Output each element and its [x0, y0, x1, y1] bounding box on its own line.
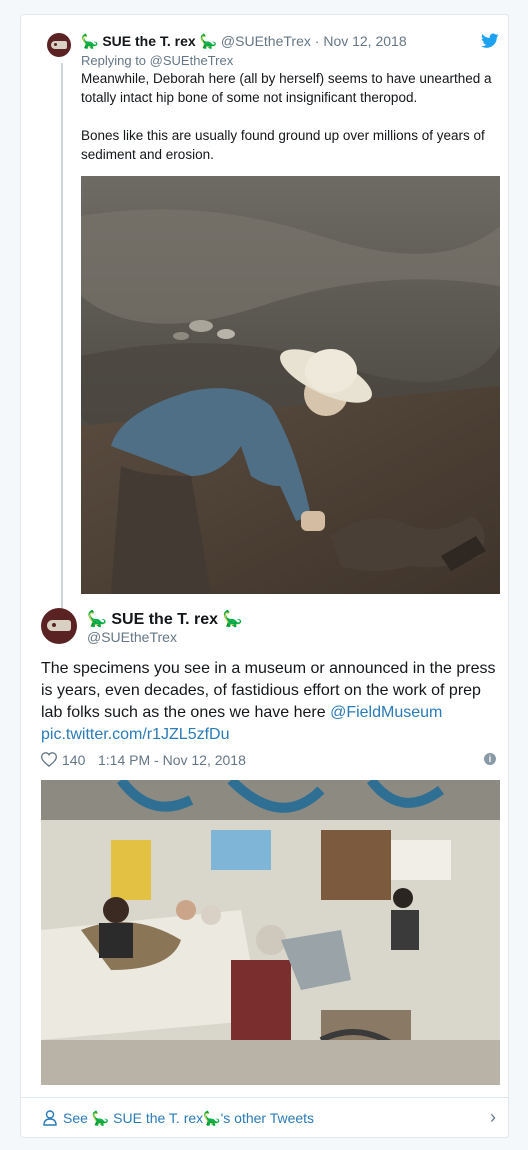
info-icon[interactable]: i	[484, 753, 496, 765]
see-other-tweets-label: See 🦕 SUE the T. rex🦕's other Tweets	[63, 1110, 314, 1127]
tweet-footer: 140 1:14 PM - Nov 12, 2018 i	[41, 751, 496, 771]
heart-icon[interactable]	[41, 752, 57, 767]
tweet-timestamp[interactable]: 1:14 PM - Nov 12, 2018	[98, 752, 246, 768]
main-tweet-text: The specimens you see in a museum or ann…	[41, 658, 501, 746]
dinosaur-emoji-icon: 🦕	[91, 1110, 110, 1126]
reply-tweet-text: Meanwhile, Deborah here (all by herself)…	[81, 69, 506, 183]
reply-tweet-header: 🦕 SUE the T. rex 🦕 @SUEtheTrex · Nov 12,…	[81, 33, 407, 50]
dinosaur-emoji-icon: 🦕	[81, 33, 99, 49]
reply-author-name[interactable]: SUE the T. rex	[102, 33, 195, 49]
see-author-name: SUE the T. rex	[113, 1110, 204, 1126]
see-other-tweets-link[interactable]: See 🦕 SUE the T. rex🦕's other Tweets ›	[21, 1097, 508, 1138]
pic-link[interactable]: pic.twitter.com/r1JZL5zfDu	[41, 726, 230, 743]
avatar[interactable]	[41, 608, 77, 644]
reply-paragraph: Bones like this are usually found ground…	[81, 128, 485, 162]
main-author-handle[interactable]: @SUEtheTrex	[87, 629, 177, 645]
like-count[interactable]: 140	[62, 752, 85, 768]
main-author-name[interactable]: 🦕 SUE the T. rex 🦕	[87, 609, 242, 629]
reply-paragraph: Meanwhile, Deborah here (all by herself)…	[81, 71, 492, 105]
author-name-text: SUE the T. rex	[111, 611, 219, 628]
main-tweet-photo[interactable]	[41, 780, 500, 1085]
chevron-right-icon: ›	[490, 1107, 496, 1127]
replying-to: Replying to @SUEtheTrex	[81, 53, 233, 68]
dinosaur-emoji-icon: 🦕	[87, 611, 107, 628]
meta-separator: ·	[314, 33, 320, 49]
reply-author-handle[interactable]: @SUEtheTrex	[221, 33, 311, 49]
dinosaur-emoji-icon: 🦕	[203, 1110, 221, 1126]
thread-connector-line	[61, 63, 63, 611]
mention-link[interactable]: @FieldMuseum	[330, 704, 442, 721]
reply-date[interactable]: Nov 12, 2018	[323, 33, 406, 49]
see-prefix: See	[63, 1110, 88, 1126]
reply-tweet-photo[interactable]	[81, 176, 500, 594]
embedded-tweet-card: 🦕 SUE the T. rex 🦕 @SUEtheTrex · Nov 12,…	[20, 14, 509, 1138]
see-suffix: 's other Tweets	[220, 1110, 315, 1126]
replying-to-handle[interactable]: @SUEtheTrex	[150, 53, 234, 68]
dinosaur-emoji-icon: 🦕	[199, 33, 218, 49]
person-icon	[43, 1110, 57, 1126]
twitter-bird-icon[interactable]	[481, 33, 499, 49]
replying-to-label: Replying to	[81, 53, 147, 68]
dinosaur-emoji-icon: 🦕	[222, 611, 243, 628]
avatar[interactable]	[47, 33, 71, 57]
